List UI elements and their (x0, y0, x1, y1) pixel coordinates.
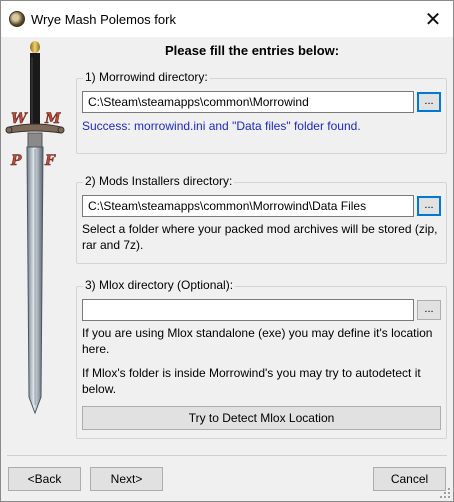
morrowind-group: 1) Morrowind directory: (76, 70, 447, 154)
letter-m: M (44, 111, 61, 127)
resize-grip-icon[interactable] (439, 487, 451, 499)
footer-divider (7, 455, 447, 456)
close-icon: ✕ (424, 8, 442, 31)
mods-label: 2) Mods Installers directory: (83, 174, 235, 188)
window-title: Wrye Mash Polemos fork (31, 12, 176, 27)
morrowind-browse-button[interactable]: ... (417, 92, 441, 112)
mlox-label: 3) Mlox directory (Optional): (83, 278, 236, 292)
close-button[interactable]: ✕ (413, 1, 453, 37)
sword-illustration: W M P F (5, 41, 65, 415)
mlox-help-autodetect: If Mlox's folder is inside Morrowind's y… (82, 366, 421, 396)
next-button[interactable]: Next> (90, 467, 163, 491)
letter-p: P (10, 153, 22, 169)
sword-pommel (30, 41, 40, 53)
detect-mlox-button[interactable]: Try to Detect Mlox Location (82, 406, 441, 430)
cancel-button[interactable]: Cancel (373, 467, 446, 491)
mlox-browse-button[interactable]: ... (417, 300, 441, 320)
wizard-window: Wrye Mash Polemos fork ✕ W M P F Please … (0, 0, 454, 502)
mods-help-text: Select a folder where your packed mod ar… (82, 222, 438, 252)
letter-f: F (44, 153, 56, 169)
mods-browse-button[interactable]: ... (417, 196, 441, 216)
page-heading: Please fill the entries below: (165, 43, 340, 58)
mods-path-input[interactable]: C:\Steam\steamapps\common\Morrowind\Data… (82, 195, 414, 217)
morrowind-status: Success: morrowind.ini and "Data files" … (82, 119, 361, 133)
letter-w: W (11, 111, 28, 127)
mlox-path-input[interactable] (82, 299, 414, 321)
app-icon (9, 11, 25, 27)
morrowind-path-input[interactable]: C:\Steam\steamapps\common\Morrowind (82, 91, 414, 113)
morrowind-label: 1) Morrowind directory: (83, 70, 210, 84)
back-button[interactable]: <Back (8, 467, 81, 491)
mlox-help-standalone: If you are using Mlox standalone (exe) y… (82, 326, 433, 356)
title-bar[interactable]: Wrye Mash Polemos fork ✕ (1, 1, 453, 37)
